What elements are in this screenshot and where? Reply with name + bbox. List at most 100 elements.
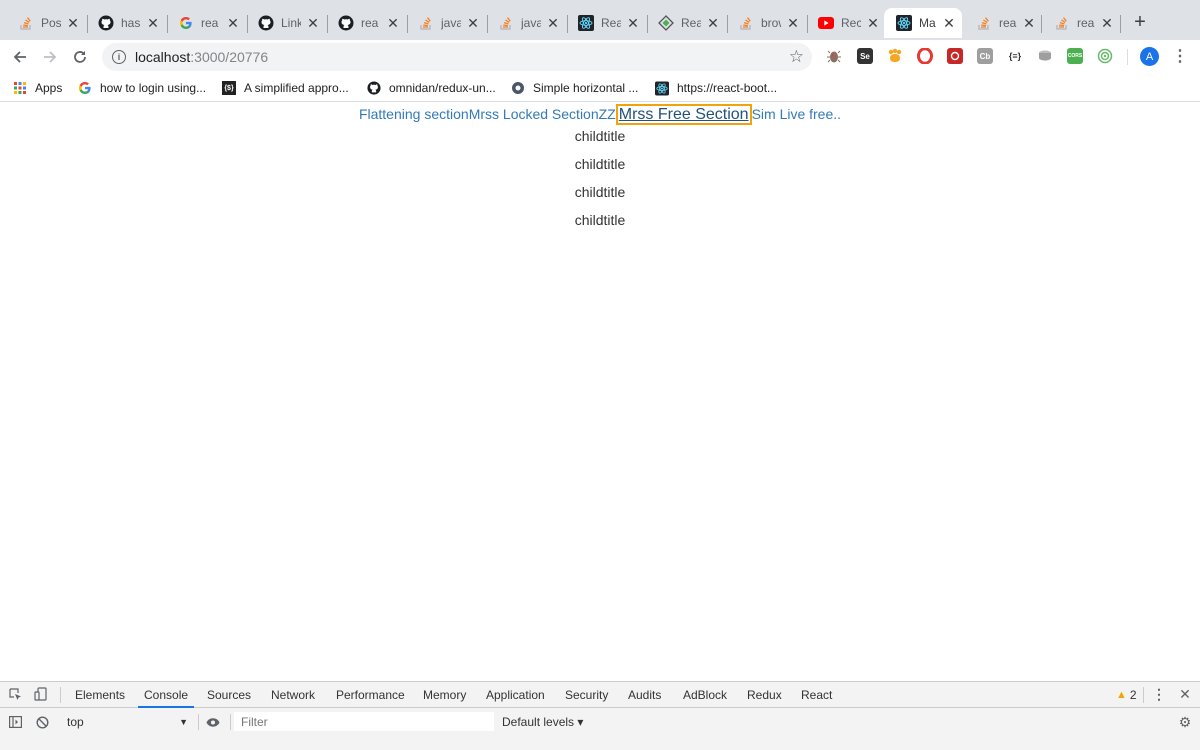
- close-icon[interactable]: ✕: [66, 16, 80, 30]
- tab-title: rea: [361, 16, 379, 30]
- browser-tab[interactable]: has ✕: [86, 8, 166, 38]
- address-bar[interactable]: i localhost:3000/20776 ☆: [102, 43, 812, 71]
- devtools-tab-react[interactable]: React: [801, 688, 832, 702]
- clear-console-icon[interactable]: [35, 715, 49, 729]
- browser-tab[interactable]: rea ✕: [166, 8, 246, 38]
- browser-tab[interactable]: Rea ✕: [646, 8, 726, 38]
- context-select[interactable]: top ▼: [60, 713, 192, 731]
- browser-tab[interactable]: rea ✕: [1042, 8, 1120, 38]
- device-toolbar-icon[interactable]: [33, 687, 47, 701]
- tab-title: java: [441, 16, 461, 30]
- selenium-extension-icon[interactable]: Se: [857, 48, 873, 64]
- devtools-menu-icon[interactable]: ⋮: [1152, 686, 1166, 702]
- close-icon[interactable]: ✕: [786, 16, 800, 30]
- devtools-close-icon[interactable]: ✕: [1178, 686, 1192, 702]
- devtools-divider: [1143, 687, 1144, 703]
- settings-gear-icon[interactable]: ⚙: [1178, 714, 1192, 730]
- bookmark-item[interactable]: omnidan/redux-un...: [367, 79, 496, 97]
- json-viewer-extension-icon[interactable]: {≡}: [1006, 48, 1024, 64]
- stackoverflow-icon: [976, 15, 992, 31]
- github-icon: [338, 15, 354, 31]
- close-icon[interactable]: ✕: [942, 16, 956, 30]
- bug-extension-icon[interactable]: [826, 48, 842, 64]
- target-extension-icon[interactable]: [1097, 48, 1113, 64]
- browser-tab[interactable]: java ✕: [486, 8, 566, 38]
- section-link-mrss-locked[interactable]: Mrss Locked SectionZZ: [469, 106, 616, 122]
- close-icon[interactable]: ✕: [546, 16, 560, 30]
- forward-arrow-icon[interactable]: [39, 46, 61, 68]
- eye-icon[interactable]: [206, 715, 220, 729]
- cb-extension-icon[interactable]: Cb: [977, 48, 993, 64]
- devtools-tab-performance[interactable]: Performance: [336, 688, 405, 702]
- bookmark-apps[interactable]: Apps: [13, 79, 62, 97]
- log-levels-dropdown[interactable]: Default levels ▾: [502, 715, 583, 729]
- bookmark-item[interactable]: how to login using...: [78, 79, 206, 97]
- devtools-tab-elements[interactable]: Elements: [75, 688, 125, 702]
- section-link-sim-live[interactable]: Sim Live free..: [752, 106, 841, 122]
- cors-extension-icon[interactable]: CORS: [1067, 48, 1083, 64]
- devtools-tab-application[interactable]: Application: [486, 688, 545, 702]
- bookmark-item[interactable]: Simple horizontal ...: [511, 79, 638, 97]
- devtools-tab-console[interactable]: Console: [137, 688, 195, 708]
- bookmark-star-icon[interactable]: ☆: [789, 47, 804, 67]
- child-item: childtitle: [574, 184, 626, 200]
- opera-extension-icon[interactable]: [917, 48, 933, 64]
- devtools-tab-security[interactable]: Security: [565, 688, 608, 702]
- kebab-menu-icon[interactable]: ⋮: [1172, 46, 1188, 66]
- database-extension-icon[interactable]: [1037, 48, 1053, 64]
- browser-tab[interactable]: Rea ✕: [566, 8, 646, 38]
- sidebar-toggle-icon[interactable]: [8, 715, 22, 729]
- close-icon[interactable]: ✕: [1100, 16, 1114, 30]
- inspect-element-icon[interactable]: [8, 687, 22, 701]
- close-icon[interactable]: ✕: [866, 16, 880, 30]
- devtools-divider: [60, 687, 61, 703]
- browser-tab[interactable]: Link ✕: [246, 8, 326, 38]
- react-icon: [578, 15, 594, 31]
- browser-tab-strip: Pos ✕ has ✕ rea ✕ Link ✕ rea ✕ java ✕ ja…: [0, 0, 1200, 40]
- bookmark-item[interactable]: {$} A simplified appro...: [222, 79, 349, 97]
- close-icon[interactable]: ✕: [626, 16, 640, 30]
- paw-extension-icon[interactable]: [887, 48, 903, 64]
- tab-title: rea: [1077, 16, 1095, 30]
- tab-separator: [1120, 15, 1121, 33]
- browser-tab[interactable]: rea ✕: [326, 8, 406, 38]
- bookmark-label: Simple horizontal ...: [533, 81, 639, 95]
- redux-devtools-extension-icon[interactable]: [947, 48, 963, 64]
- browser-tab[interactable]: rea ✕: [964, 8, 1042, 38]
- browser-tab[interactable]: Pos ✕: [6, 8, 86, 38]
- browser-tab[interactable]: java ✕: [406, 8, 486, 38]
- close-icon[interactable]: ✕: [1022, 16, 1036, 30]
- close-icon[interactable]: ✕: [306, 16, 320, 30]
- devtools-tab-memory[interactable]: Memory: [423, 688, 466, 702]
- tab-title: Rea: [681, 16, 701, 30]
- devtools-tab-network[interactable]: Network: [271, 688, 315, 702]
- bookmark-label: Apps: [35, 81, 63, 95]
- browser-tab[interactable]: Rec ✕: [806, 8, 886, 38]
- stackoverflow-icon: [418, 15, 434, 31]
- back-arrow-icon[interactable]: [9, 46, 31, 68]
- reload-icon[interactable]: [69, 46, 91, 68]
- info-icon[interactable]: i: [112, 50, 126, 64]
- devtools-tab-sources[interactable]: Sources: [207, 688, 251, 702]
- bookmark-item[interactable]: https://react-boot...: [655, 79, 777, 97]
- close-icon[interactable]: ✕: [146, 16, 160, 30]
- browser-tab[interactable]: brow ✕: [726, 8, 806, 38]
- bookmark-label: https://react-boot...: [677, 81, 778, 95]
- warnings-count: 2: [1129, 688, 1137, 702]
- close-icon[interactable]: ✕: [226, 16, 240, 30]
- close-icon[interactable]: ✕: [706, 16, 720, 30]
- close-icon[interactable]: ✕: [386, 16, 400, 30]
- section-link-flattening[interactable]: Flattening section: [359, 106, 469, 122]
- devtools-tab-audits[interactable]: Audits: [628, 688, 661, 702]
- profile-avatar[interactable]: A: [1140, 47, 1159, 66]
- devtools-tab-redux[interactable]: Redux: [747, 688, 782, 702]
- section-link-mrss-free[interactable]: Mrss Free Section: [615, 104, 752, 125]
- bookmarks-bar: Apps how to login using... {$} A simplif…: [0, 74, 1200, 102]
- close-icon[interactable]: ✕: [466, 16, 480, 30]
- console-filter-input[interactable]: [234, 712, 494, 731]
- browser-tab-active[interactable]: Ma ✕: [884, 8, 962, 38]
- new-tab-plus-icon[interactable]: +: [1130, 12, 1150, 32]
- warnings-badge[interactable]: ▲ 2: [1116, 688, 1137, 702]
- devtools-divider: [198, 714, 199, 730]
- devtools-tab-adblock[interactable]: AdBlock: [683, 688, 727, 702]
